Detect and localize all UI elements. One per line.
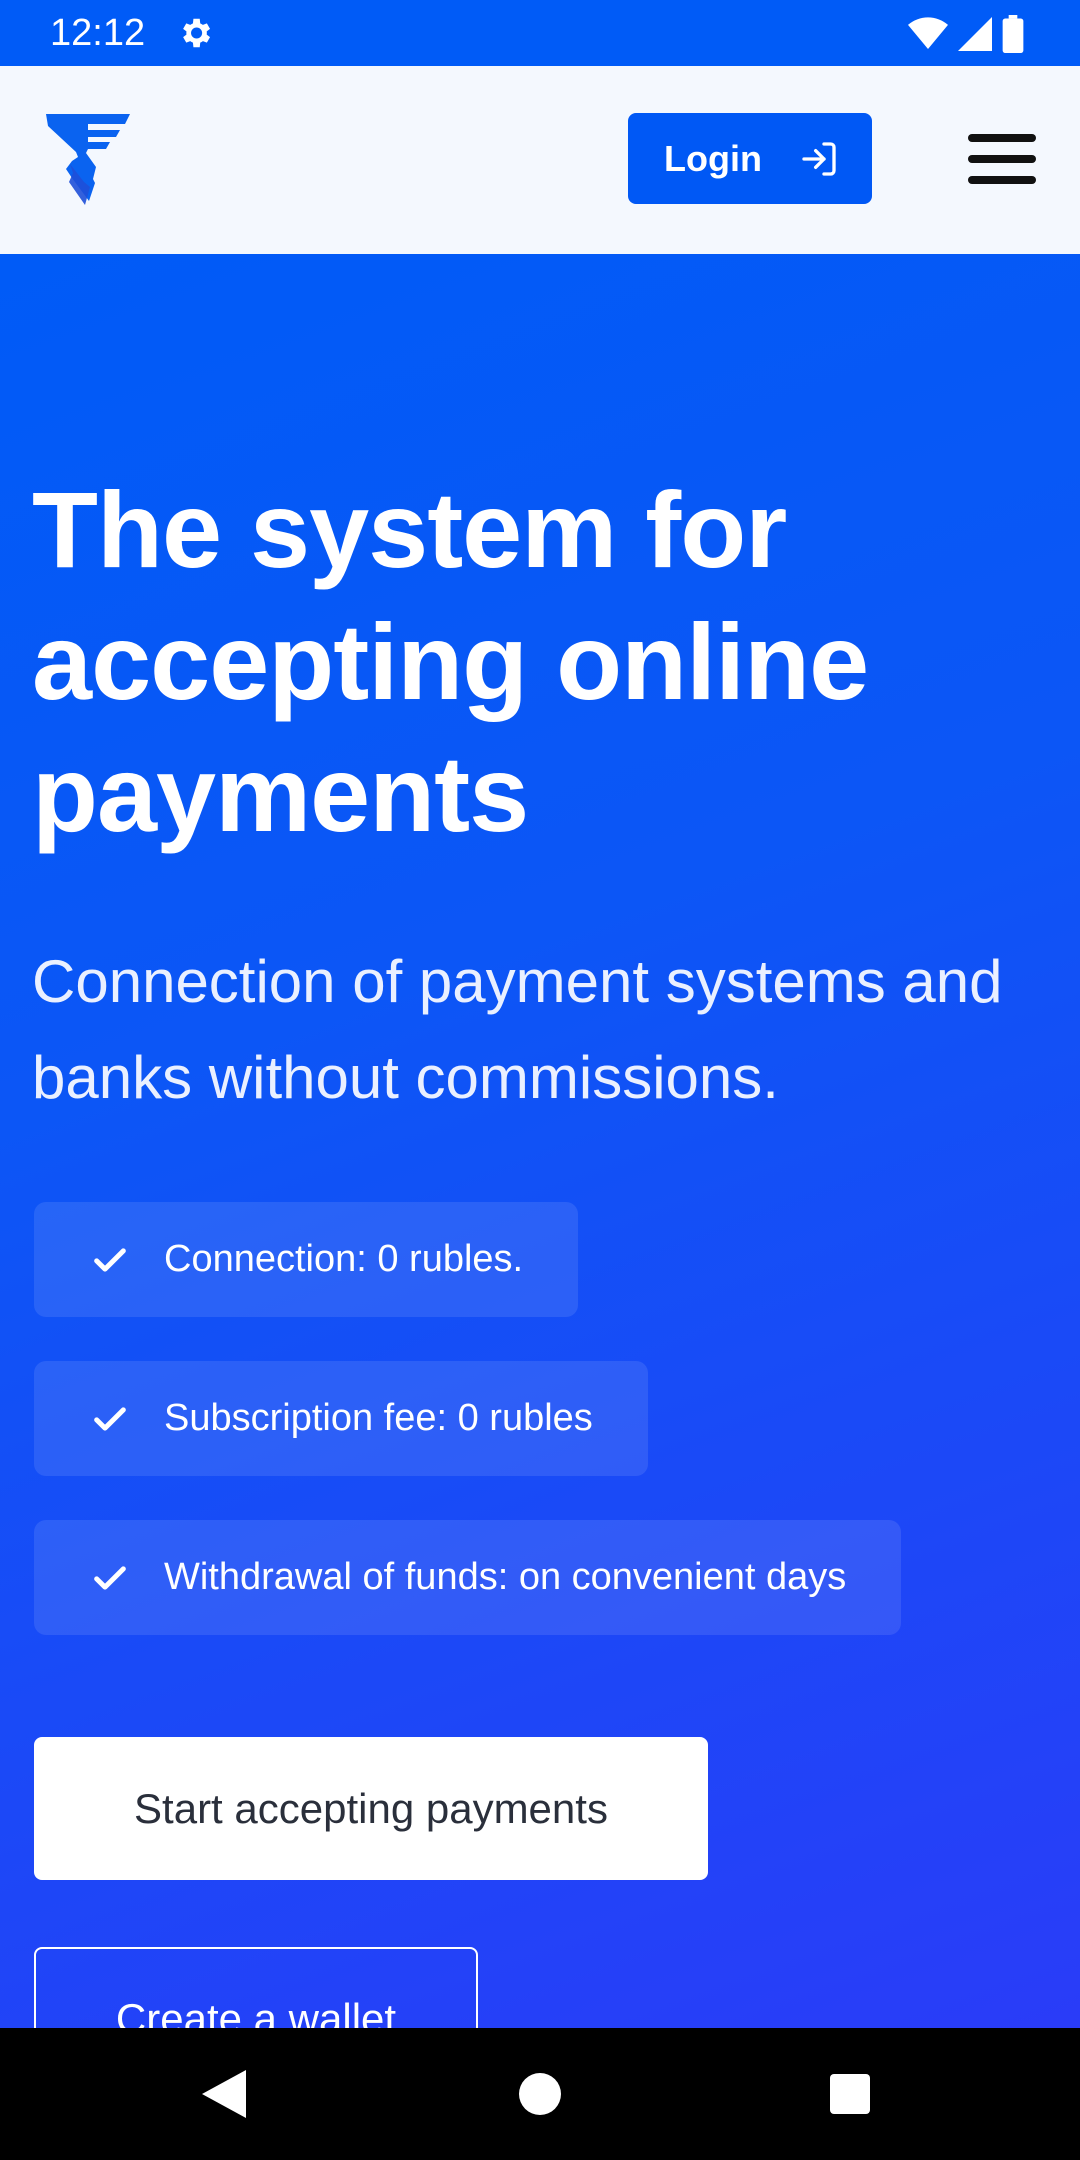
feature-row: Connection: 0 rubles. bbox=[34, 1202, 1034, 1361]
home-icon[interactable] bbox=[519, 2073, 561, 2115]
feature-row: Withdrawal of funds: on convenient days bbox=[34, 1520, 1034, 1679]
status-icons bbox=[908, 14, 1024, 54]
screen: 12:12 Login The system for accepting onl… bbox=[0, 0, 1080, 2160]
gear-icon bbox=[183, 18, 211, 48]
menu-bar bbox=[968, 134, 1036, 142]
login-label: Login bbox=[664, 137, 762, 179]
feature-label: Subscription fee: 0 rubles bbox=[164, 1397, 593, 1439]
signal-icon bbox=[958, 17, 992, 51]
header: Login bbox=[0, 66, 1080, 254]
check-icon bbox=[94, 1406, 126, 1431]
hero-title: The system for accepting online payments bbox=[32, 469, 869, 854]
login-button[interactable]: Login bbox=[628, 113, 872, 204]
check-icon bbox=[94, 1565, 126, 1590]
wifi-icon bbox=[908, 17, 948, 49]
system-nav-bar bbox=[0, 2028, 1080, 2160]
battery-icon bbox=[1002, 15, 1024, 53]
hero-section: The system for accepting online payments… bbox=[0, 254, 1080, 2090]
hero-subtitle: Connection of payment systems and banks … bbox=[32, 948, 1003, 1111]
back-icon[interactable] bbox=[202, 2070, 246, 2118]
feature-item: Withdrawal of funds: on convenient days bbox=[34, 1520, 902, 1635]
feature-label: Withdrawal of funds: on convenient days bbox=[164, 1556, 847, 1598]
menu-bar bbox=[968, 155, 1036, 163]
logo-icon[interactable] bbox=[44, 112, 132, 206]
feature-item: Subscription fee: 0 rubles bbox=[34, 1361, 648, 1476]
start-accepting-payments-button[interactable]: Start accepting payments bbox=[34, 1737, 708, 1880]
menu-icon[interactable] bbox=[968, 130, 1040, 188]
login-icon bbox=[802, 142, 836, 176]
check-icon bbox=[94, 1247, 126, 1272]
recents-icon[interactable] bbox=[830, 2074, 870, 2114]
feature-label: Connection: 0 rubles. bbox=[164, 1238, 524, 1280]
feature-list: Connection: 0 rubles. Subscription fee: … bbox=[34, 1202, 1034, 1679]
feature-item: Connection: 0 rubles. bbox=[34, 1202, 579, 1317]
status-time: 12:12 bbox=[50, 12, 146, 54]
status-bar: 12:12 bbox=[0, 0, 1080, 66]
menu-bar bbox=[968, 176, 1036, 184]
feature-row: Subscription fee: 0 rubles bbox=[34, 1361, 1034, 1520]
